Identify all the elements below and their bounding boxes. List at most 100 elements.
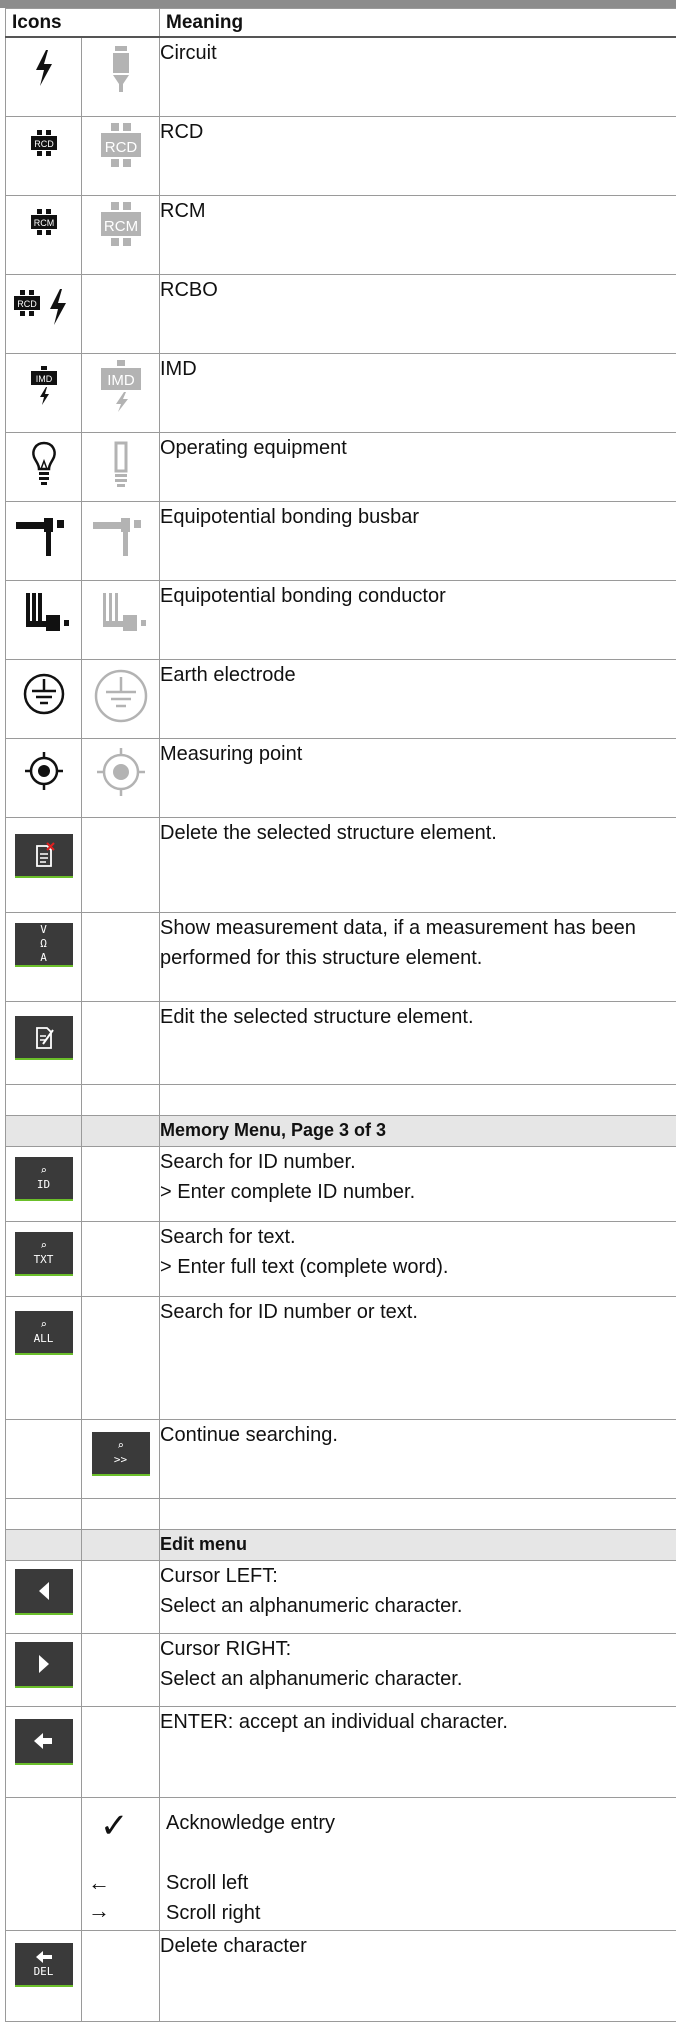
arrow-left-icon[interactable]: ←	[88, 1870, 110, 1896]
search-text-line2: > Enter full text (complete word).	[160, 1252, 676, 1282]
table-row: Measuring point	[6, 739, 676, 818]
delete-element-key-icon[interactable]	[15, 834, 73, 878]
table-row: Delete the selected structure element.	[6, 818, 676, 913]
meaning-rcd: RCD	[160, 117, 676, 196]
meaning-rcm: RCM	[160, 196, 676, 275]
meaning-rcbo: RCBO	[160, 275, 676, 354]
meaning-earth-electrode: Earth electrode	[160, 660, 676, 739]
meaning-bonding-conductor: Equipotential bonding conductor	[160, 581, 676, 660]
header-meaning: Meaning	[160, 9, 676, 38]
table-row: IMD IMD IMD	[6, 354, 676, 433]
icons-table-page: Icons Meaning Circuit RCD RCD RCD	[0, 0, 676, 1975]
scroll-left: Scroll left	[166, 1868, 248, 1898]
meaning-delete-element: Delete the selected structure element.	[160, 818, 676, 913]
meaning-imd: IMD	[160, 354, 676, 433]
table-row: ⌕TXT Search for text.> Enter full text (…	[6, 1222, 676, 1297]
enter-key-icon[interactable]	[15, 1719, 73, 1765]
cursor-left-line1: Cursor LEFT:	[160, 1561, 676, 1591]
table-row: ⌕>> Continue searching.	[6, 1420, 676, 1499]
svg-text:IMD: IMD	[35, 374, 52, 384]
meaning-delete-character: Delete character	[160, 1931, 676, 2022]
earth-electrode-grey-icon	[91, 660, 151, 728]
table-row: Cursor RIGHT:Select an alphanumeric char…	[6, 1634, 676, 1707]
cursor-left-line2: Select an alphanumeric character.	[160, 1591, 676, 1621]
rcd-grey-icon: RCD	[94, 117, 148, 177]
meaning-circuit: Circuit	[160, 37, 676, 117]
delete-character-key-icon[interactable]: DEL	[15, 1943, 73, 1987]
circuit-grey-icon	[101, 38, 141, 98]
bonding-conductor-grey-icon	[89, 581, 153, 641]
search-text-line1: Search for text.	[160, 1222, 676, 1252]
table-row: RCD RCBO	[6, 275, 676, 354]
enter-line1: ENTER: accept an individual character.	[160, 1707, 676, 1737]
cursor-right-line1: Cursor RIGHT:	[160, 1634, 676, 1664]
search-id-line2: > Enter complete ID number.	[160, 1177, 676, 1207]
spacer-row	[6, 1499, 676, 1530]
measurement-data-key-icon[interactable]: V Ω A	[15, 923, 73, 967]
imd-grey-icon: IMD	[94, 354, 148, 414]
section-row-memory: Memory Menu, Page 3 of 3	[6, 1116, 676, 1147]
table-row: Equipotential bonding conductor	[6, 581, 676, 660]
table-row: Cursor LEFT:Select an alphanumeric chara…	[6, 1561, 676, 1634]
imd-icon: IMD	[22, 354, 66, 414]
meaning-edit-element: Edit the selected structure element.	[160, 1002, 676, 1085]
top-rule	[0, 0, 676, 8]
table-row: RCM RCM RCM	[6, 196, 676, 275]
svg-text:RCD: RCD	[34, 139, 54, 149]
table-row: Earth electrode	[6, 660, 676, 739]
search-id-line1: Search for ID number.	[160, 1147, 676, 1177]
search-all-key-icon[interactable]: ⌕ALL	[15, 1311, 73, 1355]
meaning-busbar: Equipotential bonding busbar	[160, 502, 676, 581]
measuring-point-grey-icon	[89, 739, 153, 803]
table-row: ⌕ID Search for ID number.> Enter complet…	[6, 1147, 676, 1222]
search-id-key-icon[interactable]: ⌕ID	[15, 1157, 73, 1201]
svg-text:IMD: IMD	[107, 372, 135, 389]
arrow-right-icon[interactable]: →	[88, 1898, 110, 1924]
continue-search-line1: Continue searching.	[160, 1420, 676, 1450]
meaning-measurement-data: Show measurement data, if a measurement …	[160, 913, 676, 1002]
scroll-right: Scroll right	[166, 1898, 260, 1928]
busbar-grey-icon	[89, 502, 153, 562]
table-row: ✓ ← → Acknowledge entry Scroll left Scro…	[6, 1798, 676, 1931]
table-row: Equipotential bonding busbar	[6, 502, 676, 581]
bonding-conductor-icon	[12, 581, 76, 641]
earth-electrode-icon	[14, 660, 74, 724]
measuring-point-icon	[14, 739, 74, 801]
svg-text:RCM: RCM	[103, 218, 137, 235]
search-text-key-icon[interactable]: ⌕TXT	[15, 1232, 73, 1276]
svg-text:RCD: RCD	[104, 139, 137, 156]
edit-element-key-icon[interactable]	[15, 1016, 73, 1060]
table-header: Icons Meaning	[6, 9, 676, 38]
operating-equipment-grey-icon	[101, 433, 141, 495]
table-row: V Ω A Show measurement data, if a measur…	[6, 913, 676, 1002]
section-title-memory: Memory Menu, Page 3 of 3	[160, 1116, 676, 1147]
busbar-icon	[12, 502, 76, 562]
cursor-left-key-icon[interactable]	[15, 1569, 73, 1615]
table-row: Edit the selected structure element.	[6, 1002, 676, 1085]
rcm-grey-icon: RCM	[94, 196, 148, 256]
section-title-edit: Edit menu	[160, 1530, 676, 1561]
table-row: Operating equipment	[6, 433, 676, 502]
circuit-icon	[24, 38, 64, 98]
meaning-measuring-point: Measuring point	[160, 739, 676, 818]
acknowledge-entry: Acknowledge entry	[166, 1808, 335, 1838]
table-row: DEL Delete character	[6, 1931, 676, 2022]
operating-equipment-icon	[24, 433, 64, 495]
rcbo-icon: RCD	[12, 275, 76, 335]
table-row: RCD RCD RCD	[6, 117, 676, 196]
rcm-icon: RCM	[22, 196, 66, 256]
header-icons: Icons	[6, 9, 160, 38]
meaning-operating-equipment: Operating equipment	[160, 433, 676, 502]
svg-text:RCD: RCD	[17, 299, 37, 309]
rcd-icon: RCD	[22, 117, 66, 177]
search-all-line1: Search for ID number or text.	[160, 1297, 676, 1327]
section-row-edit: Edit menu	[6, 1530, 676, 1561]
table-row: ⌕ALL Search for ID number or text.	[6, 1297, 676, 1420]
svg-text:RCM: RCM	[33, 218, 54, 228]
cursor-right-line2: Select an alphanumeric character.	[160, 1664, 676, 1694]
continue-search-key-icon[interactable]: ⌕>>	[92, 1432, 150, 1476]
cursor-right-key-icon[interactable]	[15, 1642, 73, 1688]
checkmark-icon[interactable]: ✓	[100, 1806, 129, 1846]
icons-table: Icons Meaning Circuit RCD RCD RCD	[5, 8, 676, 2022]
table-row: ENTER: accept an individual character.	[6, 1707, 676, 1798]
